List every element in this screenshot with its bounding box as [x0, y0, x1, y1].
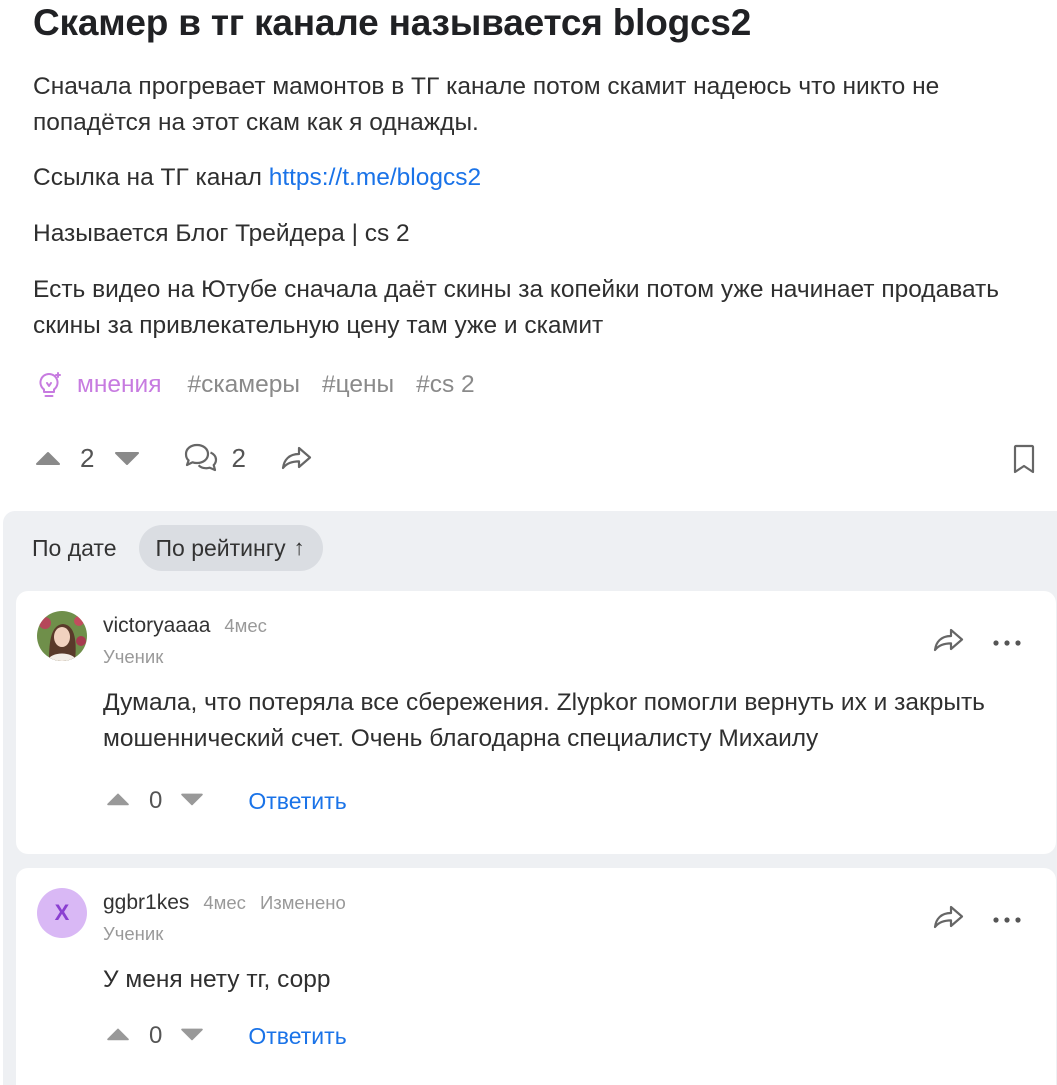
comment-time: 4мес — [203, 892, 246, 913]
triangle-up-icon — [36, 452, 60, 465]
comment-actions: 0 Ответить — [104, 1022, 347, 1050]
comment-header: ggbr1kes 4мес Изменено — [103, 891, 346, 915]
sort-by-date-button[interactable]: По дате — [32, 535, 117, 562]
comment-card: X ggbr1kes 4мес Изменено Ученик У меня н… — [16, 868, 1056, 1085]
reply-button[interactable]: Ответить — [248, 1023, 346, 1050]
triangle-up-icon — [107, 793, 129, 806]
share-button[interactable] — [280, 443, 314, 473]
author-rank: Ученик — [103, 646, 164, 667]
comment-upvote-button[interactable] — [104, 1022, 132, 1050]
comment-actions: 0 Ответить — [104, 787, 347, 815]
topic-label: мнения — [77, 371, 162, 398]
post-paragraph: Есть видео на Ютубе сначала даёт скины з… — [33, 276, 1000, 339]
post-actions: 2 2 — [33, 438, 1035, 478]
post-paragraph-link: Ссылка на ТГ канал https://t.me/blogcs2 — [33, 160, 481, 196]
triangle-down-icon — [115, 452, 140, 465]
more-options-button[interactable] — [992, 904, 1022, 930]
post-paragraph: Сначала прогревает мамонтов в ТГ канале … — [33, 73, 940, 136]
comment-text: Думала, что потеряла все сбережения. Zly… — [103, 689, 985, 752]
edited-label: Изменено — [259, 892, 346, 913]
author-rank: Ученик — [103, 923, 164, 944]
telegram-link[interactable]: https://t.me/blogcs2 — [269, 164, 481, 191]
avatar[interactable]: X — [37, 888, 87, 938]
comment-vote-count: 0 — [149, 1022, 163, 1049]
avatar-photo — [37, 611, 87, 661]
comment-downvote-button[interactable] — [178, 787, 206, 815]
post-paragraph: Называется Блог Трейдера | cs 2 — [33, 220, 410, 247]
topic-tag[interactable]: мнения — [33, 369, 161, 401]
share-icon — [281, 446, 312, 470]
comment-upvote-button[interactable] — [104, 787, 132, 815]
post-title: Скамер в тг канале называется blogcs2 — [33, 2, 752, 43]
comment-author[interactable]: ggbr1kes — [103, 891, 189, 915]
hashtag[interactable]: #цены — [322, 371, 394, 399]
link-prefix: Ссылка на ТГ канал — [33, 164, 269, 191]
share-icon — [933, 628, 964, 652]
tags-row: мнения #скамеры #цены #cs 2 — [33, 369, 497, 401]
comment-author[interactable]: victoryaaaa — [103, 614, 210, 638]
triangle-down-icon — [181, 1028, 204, 1041]
vote-count: 2 — [80, 442, 95, 473]
comments-button[interactable]: 2 — [182, 441, 246, 475]
bookmark-icon — [1013, 444, 1035, 474]
reply-button[interactable]: Ответить — [248, 788, 346, 815]
upvote-button[interactable] — [33, 448, 63, 468]
more-dots-icon — [993, 917, 1021, 923]
comments-sort-bar: По дате По рейтингу ↑ — [32, 525, 323, 571]
comment-text: У меня нету тг, сорр — [103, 966, 331, 993]
more-dots-icon — [993, 640, 1021, 646]
sort-by-rating-button[interactable]: По рейтингу ↑ — [138, 525, 323, 571]
comment-downvote-button[interactable] — [178, 1022, 206, 1050]
triangle-down-icon — [181, 793, 204, 806]
comment-share-button[interactable] — [932, 625, 966, 660]
triangle-up-icon — [107, 1028, 129, 1041]
arrow-up-icon: ↑ — [293, 535, 305, 560]
more-options-button[interactable] — [992, 627, 1022, 653]
downvote-button[interactable] — [112, 448, 142, 468]
comment-time: 4мес — [224, 615, 267, 636]
hashtag[interactable]: #cs 2 — [416, 371, 475, 399]
comments-count: 2 — [231, 442, 246, 473]
comments-icon — [185, 443, 218, 472]
avatar[interactable] — [37, 611, 87, 661]
sort-by-rating-label: По рейтингу — [155, 534, 286, 561]
lightbulb-icon — [39, 372, 61, 397]
comment-header: victoryaaaa 4мес — [103, 614, 267, 638]
hashtag[interactable]: #скамеры — [187, 371, 299, 399]
bookmark-button[interactable] — [1011, 442, 1037, 483]
comment-share-button[interactable] — [932, 902, 966, 937]
comment-vote-count: 0 — [149, 787, 163, 814]
share-icon — [933, 905, 964, 929]
comment-card: victoryaaaa 4мес Ученик Думала, что поте… — [16, 591, 1056, 854]
